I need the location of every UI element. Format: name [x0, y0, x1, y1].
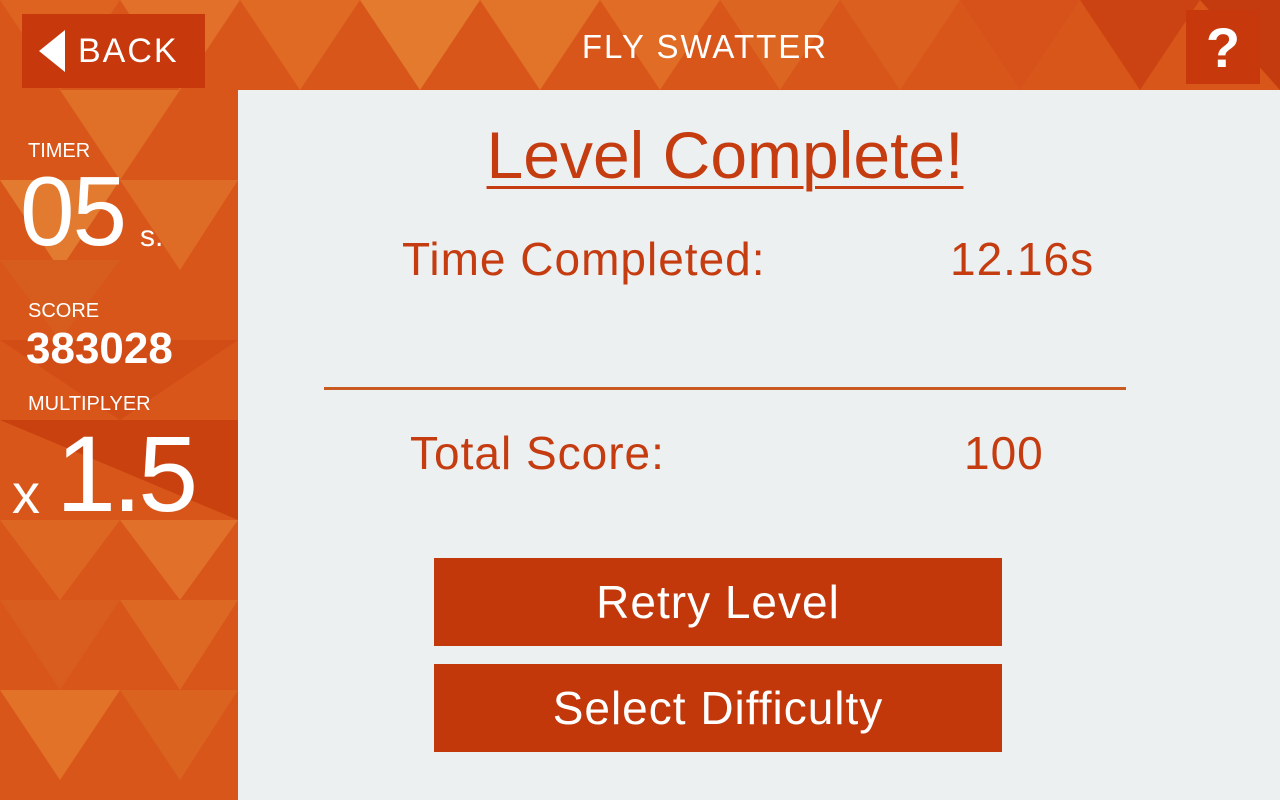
- time-completed-value: 12.16s: [950, 233, 1095, 285]
- total-score-value: 100: [964, 427, 1044, 479]
- multiplier-value: 1.5: [56, 413, 198, 534]
- divider: [324, 387, 1126, 390]
- back-button[interactable]: BACK: [22, 14, 205, 88]
- game-title: FLY SWATTER: [581, 28, 829, 65]
- retry-level-button[interactable]: Retry Level: [434, 558, 1002, 646]
- level-complete-panel: Level Complete! Time Completed: 12.16s T…: [238, 90, 1280, 800]
- back-button-label: BACK: [78, 31, 179, 70]
- timer-value: 05: [20, 156, 127, 266]
- select-difficulty-button[interactable]: Select Difficulty: [434, 664, 1002, 752]
- multiplier-prefix: x: [12, 462, 40, 525]
- time-completed-label: Time Completed:: [402, 233, 766, 285]
- level-complete-heading: Level Complete!: [486, 118, 964, 192]
- total-score-label: Total Score:: [410, 427, 665, 479]
- timer-unit: s.: [140, 220, 164, 253]
- help-button[interactable]: ?: [1186, 10, 1260, 84]
- score-label: SCORE: [28, 300, 100, 322]
- score-value: 383028: [26, 324, 173, 373]
- back-arrow-icon: [39, 30, 65, 72]
- stats-sidebar: TIMER 05 s. SCORE 383028 MULTIPLYER x 1.…: [0, 90, 238, 800]
